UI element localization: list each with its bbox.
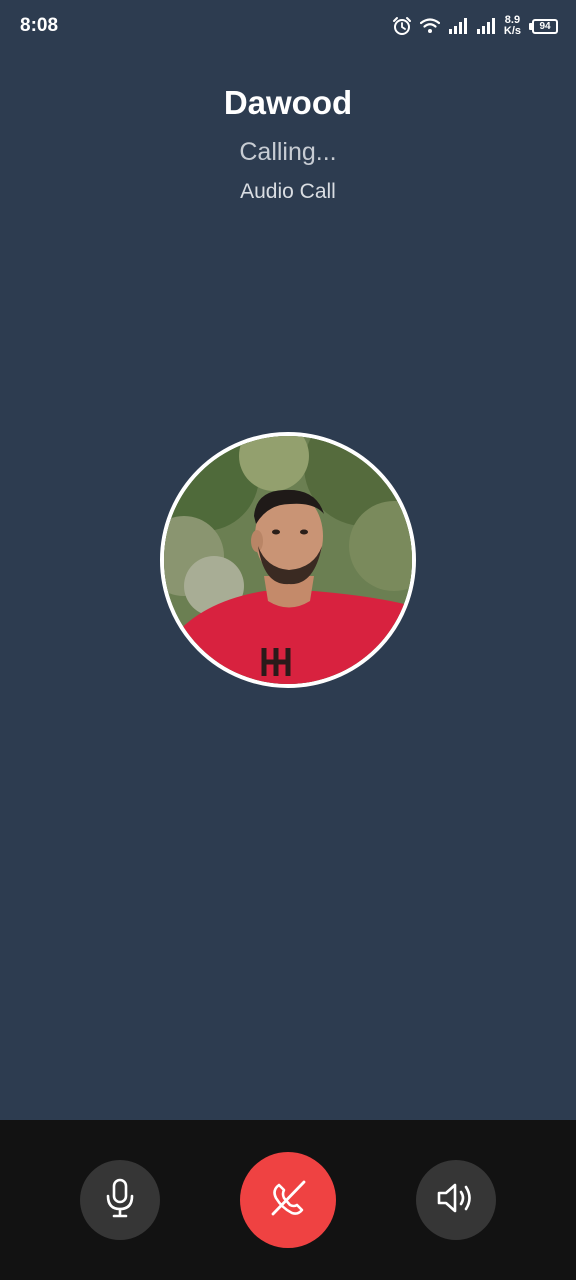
signal-icon xyxy=(448,18,468,34)
call-status: Calling... xyxy=(239,138,337,166)
mute-button[interactable] xyxy=(80,1160,160,1240)
speaker-icon xyxy=(436,1181,476,1220)
signal-icon xyxy=(476,18,496,34)
alarm-icon xyxy=(392,16,412,36)
end-call-button[interactable] xyxy=(240,1152,336,1248)
speaker-button[interactable] xyxy=(416,1160,496,1240)
battery-level: 94 xyxy=(532,18,558,34)
status-time: 8:08 xyxy=(20,15,59,36)
call-controls xyxy=(0,1120,576,1280)
caller-name: Dawood xyxy=(223,84,353,121)
status-bar: 8:08 8.9 K/s 94 xyxy=(0,0,576,52)
status-icons: 8.9 K/s 94 xyxy=(392,11,558,41)
network-speed: 8.9 K/s xyxy=(504,15,521,37)
call-type: Audio Call xyxy=(240,180,336,203)
battery-icon: 94 xyxy=(529,18,558,34)
microphone-icon xyxy=(104,1178,136,1223)
wifi-icon xyxy=(419,18,440,34)
network-speed-unit: K/s xyxy=(503,25,521,37)
end-call-icon xyxy=(268,1178,308,1223)
caller-avatar xyxy=(160,432,416,688)
